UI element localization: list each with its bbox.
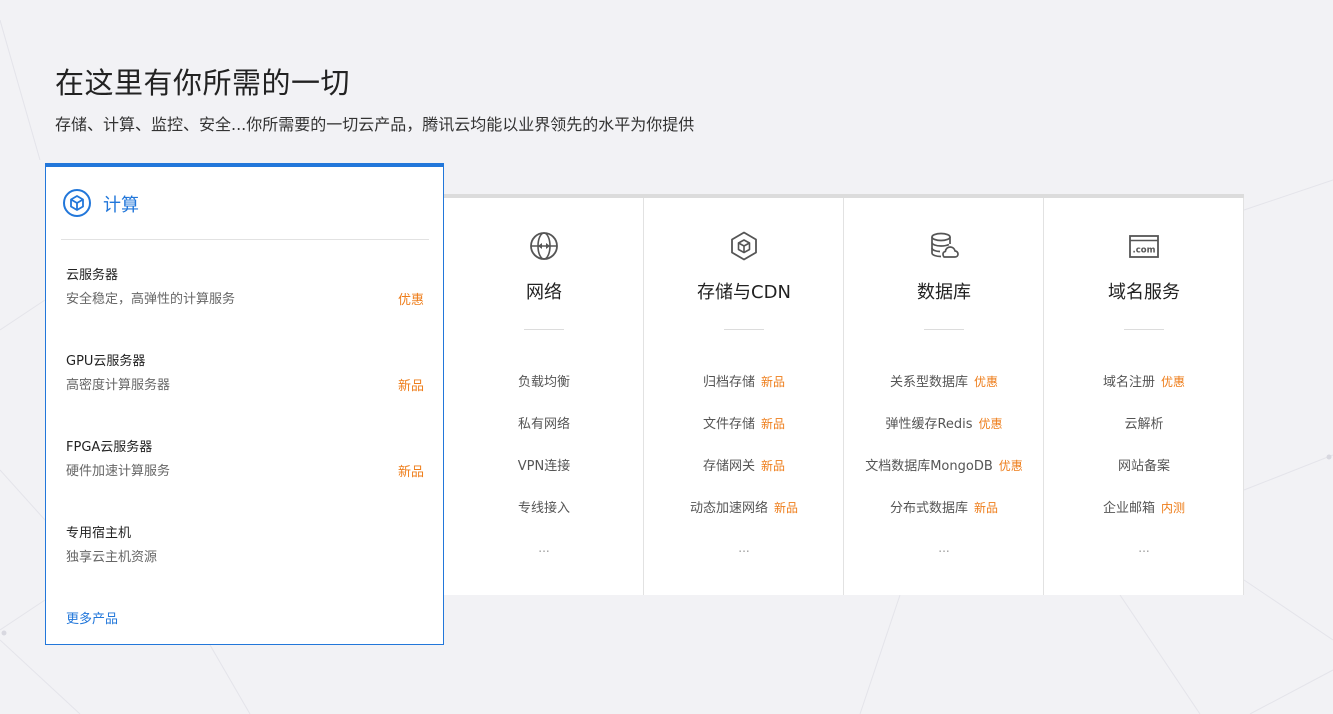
product-label: 专线接入 (517, 501, 570, 516)
product-link[interactable]: 弹性缓存Redis 优惠 (844, 413, 1044, 432)
category-title: 数据库 (917, 282, 971, 303)
featured-item-desc: 硬件加速计算服务 (66, 464, 171, 479)
product-label: 归档存储 (702, 375, 755, 390)
more-ellipsis[interactable]: ... (1044, 541, 1244, 555)
featured-card-header: 计算 (61, 167, 429, 240)
product-label: 存储网关 (702, 459, 755, 474)
featured-item-name: GPU云服务器 (66, 354, 146, 369)
divider (924, 329, 964, 330)
new-badge: 新品 (761, 417, 786, 431)
product-link[interactable]: 私有网络 (444, 413, 644, 432)
category-column-network[interactable]: 网络 负载均衡 私有网络 VPN连接 专线接入 ... (444, 198, 644, 595)
product-label: 域名注册 (1102, 375, 1155, 390)
discount-badge: 优惠 (998, 459, 1023, 473)
featured-item-desc: 安全稳定，高弹性的计算服务 (66, 292, 236, 307)
product-link[interactable]: 归档存储 新品 (644, 371, 844, 390)
featured-item-gpu[interactable]: GPU云服务器 高密度计算服务器 新品 (66, 350, 424, 394)
product-label: 云解析 (1124, 417, 1164, 432)
new-badge: 新品 (774, 501, 799, 515)
divider (724, 329, 764, 330)
product-label: 负载均衡 (517, 375, 570, 390)
more-ellipsis[interactable]: ... (844, 541, 1044, 555)
discount-badge: 优惠 (1161, 375, 1186, 389)
product-link[interactable]: 专线接入 (444, 497, 644, 516)
category-title: 网络 (526, 282, 562, 303)
new-badge: 新品 (397, 379, 424, 394)
product-link[interactable]: 存储网关 新品 (644, 455, 844, 474)
product-link[interactable]: 文档数据库MongoDB 优惠 (844, 455, 1044, 474)
product-label: 文档数据库MongoDB (865, 459, 993, 474)
featured-item-desc: 独享云主机资源 (66, 550, 158, 565)
product-link[interactable]: 负载均衡 (444, 371, 644, 390)
featured-item-name: FPGA云服务器 (66, 440, 153, 455)
category-title: 域名服务 (1108, 282, 1180, 303)
product-link[interactable]: VPN连接 (444, 455, 644, 474)
category-panel: 网络 负载均衡 私有网络 VPN连接 专线接入 ... 存储与CDN 归档存储新… (444, 194, 1244, 595)
discount-badge: 优惠 (978, 417, 1003, 431)
category-column-storage-cdn[interactable]: 存储与CDN 归档存储 新品 文件存储 新品 存储网关 新品 动态加速网络 新品 ... (644, 198, 844, 595)
featured-item-name: 专用宿主机 (66, 526, 132, 541)
product-link[interactable]: 分布式数据库 新品 (844, 497, 1044, 516)
featured-item-desc: 高密度计算服务器 (66, 378, 171, 393)
divider (524, 329, 564, 330)
category-column-database[interactable]: 数据库 关系型数据库 优惠 弹性缓存Redis 优惠 文档数据库MongoDB 优惠 … (844, 198, 1044, 595)
featured-item-cvm[interactable]: 云服务器 安全稳定，高弹性的计算服务 优惠 (66, 264, 424, 308)
cube-circle-icon (63, 189, 91, 217)
new-badge: 新品 (397, 465, 424, 480)
more-ellipsis[interactable]: ... (644, 541, 844, 555)
beta-badge: 内测 (1161, 501, 1186, 515)
product-link[interactable]: 动态加速网络 新品 (644, 497, 844, 516)
page-title: 在这里有你所需的一切 (55, 66, 351, 100)
featured-item-name: 云服务器 (66, 268, 119, 283)
product-link[interactable]: 关系型数据库 优惠 (844, 371, 1044, 390)
globe-icon (530, 232, 558, 260)
product-label: 弹性缓存Redis (885, 417, 973, 432)
divider (1124, 329, 1164, 330)
product-link[interactable]: 域名注册 优惠 (1044, 371, 1244, 390)
svg-text:.com: .com (1133, 246, 1156, 256)
new-badge: 新品 (761, 459, 786, 473)
product-label: 关系型数据库 (889, 375, 968, 390)
product-link[interactable]: 网站备案 (1044, 455, 1244, 474)
discount-badge: 优惠 (974, 375, 999, 389)
product-label: 企业邮箱 (1102, 501, 1155, 516)
product-link[interactable]: 文件存储 新品 (644, 413, 844, 432)
featured-item-fpga[interactable]: FPGA云服务器 硬件加速计算服务 新品 (66, 436, 424, 480)
category-column-domain[interactable]: .com 域名服务 域名注册 优惠 云解析 网站备案 企业邮箱 内测 ... (1044, 198, 1244, 595)
discount-badge: 优惠 (397, 293, 424, 308)
product-label: 网站备案 (1117, 459, 1170, 474)
product-label: VPN连接 (517, 459, 571, 474)
featured-card-title: 计算 (103, 195, 139, 216)
dotcom-icon: .com (1129, 235, 1159, 258)
new-badge: 新品 (761, 375, 786, 389)
featured-card-compute[interactable]: 计算 云服务器 安全稳定，高弹性的计算服务 优惠 GPU云服务器 高密度计算服务… (45, 163, 444, 645)
new-badge: 新品 (974, 501, 999, 515)
more-ellipsis[interactable]: ... (444, 541, 644, 555)
category-title: 存储与CDN (697, 282, 791, 303)
product-link[interactable]: 云解析 (1044, 413, 1244, 432)
database-cloud-icon (931, 232, 959, 258)
cube-hexagon-icon (731, 231, 757, 261)
product-label: 文件存储 (702, 417, 755, 432)
more-products-link[interactable]: 更多产品 (66, 608, 118, 627)
product-label: 私有网络 (517, 417, 570, 432)
page-subtitle: 存储、计算、监控、安全...你所需要的一切云产品，腾讯云均能以业界领先的水平为你… (55, 115, 695, 134)
product-label: 动态加速网络 (689, 501, 768, 516)
product-link[interactable]: 企业邮箱 内测 (1044, 497, 1244, 516)
featured-item-dedicated-host[interactable]: 专用宿主机 独享云主机资源 (66, 522, 424, 566)
product-label: 分布式数据库 (889, 501, 968, 516)
